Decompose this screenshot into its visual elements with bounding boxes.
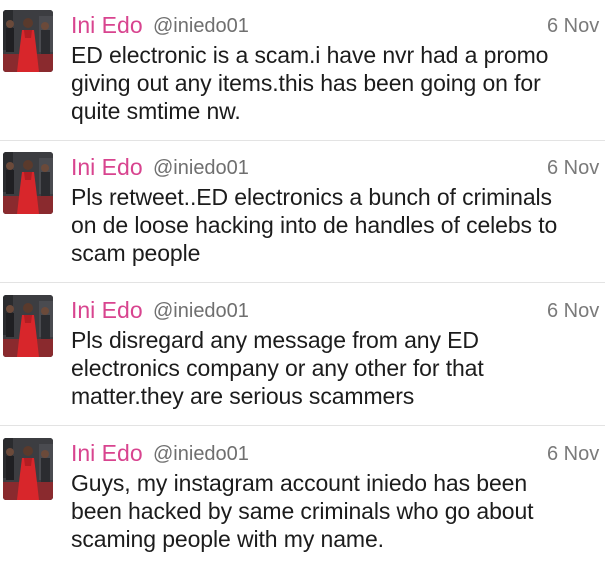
tweet-text-line: scaming people with my name. [71, 526, 384, 552]
avatar[interactable] [3, 438, 53, 500]
tweet-author-name[interactable]: Ini Edo [71, 154, 143, 180]
tweet-text: Pls retweet..ED electronics a bunch of c… [71, 183, 601, 267]
tweet-text-line: Pls retweet..ED electronics a bunch of c… [71, 184, 552, 210]
tweet-author-name[interactable]: Ini Edo [71, 297, 143, 323]
profile-photo-avatar-icon [3, 438, 53, 500]
tweet-text-line: Guys, my instagram account iniedo has be… [71, 470, 528, 496]
tweet-text: ED electronic is a scam.i have nvr had a… [71, 41, 601, 125]
tweet-author-name[interactable]: Ini Edo [71, 440, 143, 466]
tweet-divider [0, 425, 605, 426]
avatar[interactable] [3, 10, 53, 72]
tweet-author-handle[interactable]: @iniedo01 [153, 442, 249, 466]
avatar[interactable] [3, 295, 53, 357]
tweet-item[interactable]: Ini Edo @iniedo01 6 Nov Guys, my instagr… [0, 428, 605, 569]
tweet-divider [0, 140, 605, 141]
tweet-item[interactable]: Ini Edo @iniedo01 6 Nov Pls disregard an… [0, 285, 605, 426]
tweet-text-line: electronics company or any other for tha… [71, 355, 484, 381]
tweet-text-line: giving out any items.this has been going… [71, 70, 541, 96]
tweet-author-handle[interactable]: @iniedo01 [153, 14, 249, 38]
tweet-text-line: quite smtime nw. [71, 98, 241, 124]
tweet-divider [0, 282, 605, 283]
tweet-author-name[interactable]: Ini Edo [71, 12, 143, 38]
tweet-feed: Ini Edo @iniedo01 6 Nov ED electronic is… [0, 0, 605, 569]
tweet-item[interactable]: Ini Edo @iniedo01 6 Nov ED electronic is… [0, 0, 605, 141]
profile-photo-avatar-icon [3, 152, 53, 214]
tweet-item[interactable]: Ini Edo @iniedo01 6 Nov Pls retweet..ED … [0, 142, 605, 283]
tweet-timestamp: 6 Nov [547, 300, 600, 322]
profile-photo-avatar-icon [3, 295, 53, 357]
tweet-timestamp: 6 Nov [547, 157, 600, 179]
tweet-text-line: ED electronic is a scam.i have nvr had a… [71, 42, 549, 68]
tweet-author-handle[interactable]: @iniedo01 [153, 299, 249, 323]
tweet-timestamp: 6 Nov [547, 443, 600, 465]
tweet-timestamp: 6 Nov [547, 15, 600, 37]
avatar[interactable] [3, 152, 53, 214]
tweet-text-line: Pls disregard any message from any ED [71, 327, 479, 353]
tweet-text-line: matter.they are serious scammers [71, 383, 415, 409]
tweet-text-line: been hacked by same criminals who go abo… [71, 498, 534, 524]
tweet-author-handle[interactable]: @iniedo01 [153, 156, 249, 180]
tweet-text: Pls disregard any message from any ED el… [71, 326, 601, 410]
tweet-text: Guys, my instagram account iniedo has be… [71, 469, 601, 553]
tweet-text-line: on de loose hacking into de handles of c… [71, 212, 558, 238]
profile-photo-avatar-icon [3, 10, 53, 72]
tweet-text-line: scam people [71, 240, 201, 266]
